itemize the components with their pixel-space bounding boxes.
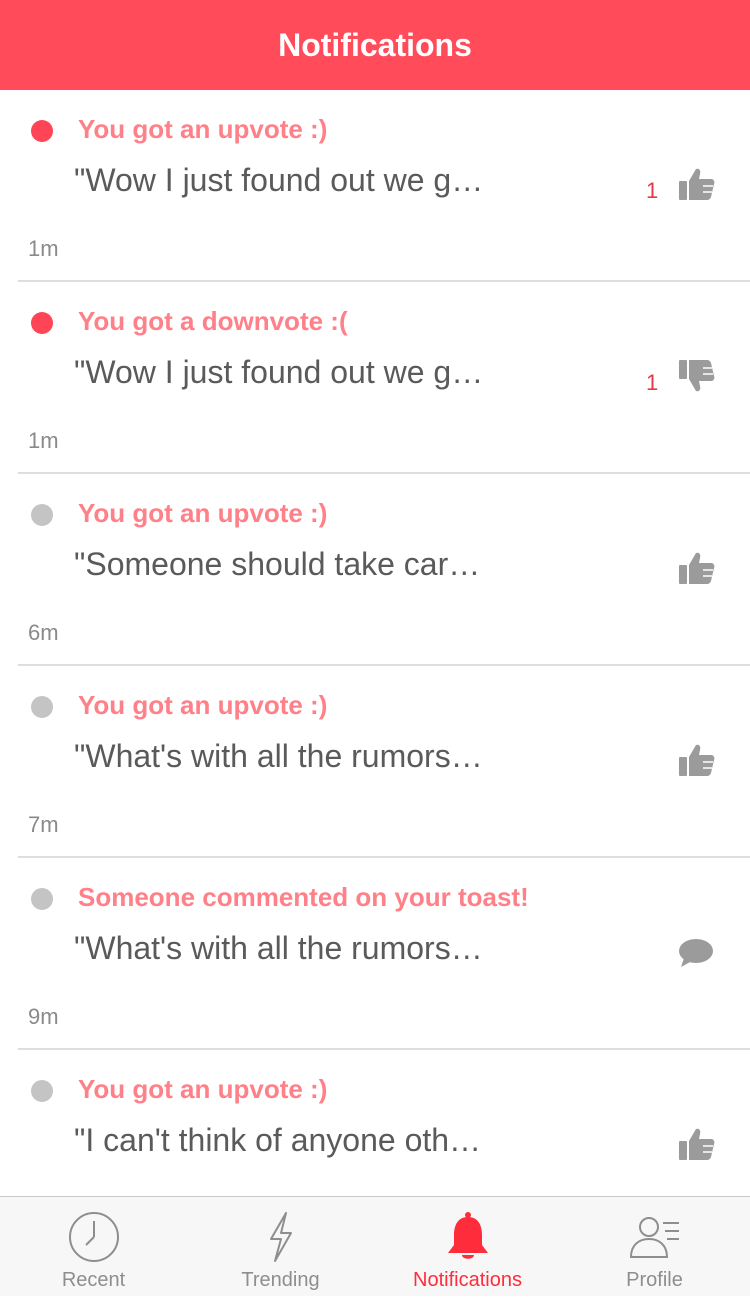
thumbs-up-icon: [679, 168, 715, 200]
read-dot: [31, 1080, 53, 1102]
notification-title: You got a downvote :(: [78, 306, 348, 336]
tab-notifications[interactable]: Notifications: [374, 1197, 561, 1297]
read-dot: [31, 504, 53, 526]
notification-time: 1m: [28, 236, 59, 261]
unread-dot: [31, 120, 53, 142]
notification-preview: "Someone should take car…: [74, 546, 481, 582]
vote-count: 1: [646, 370, 659, 395]
unread-dot: [31, 312, 53, 334]
notification-item[interactable]: Someone commented on your toast! "What's…: [0, 858, 750, 1050]
notification-item[interactable]: You got an upvote :) "Wow I just found o…: [0, 90, 750, 282]
notification-title: You got an upvote :): [78, 498, 328, 528]
tab-label: Profile: [626, 1269, 683, 1291]
thumbs-up-icon: [679, 1128, 715, 1160]
notification-title: You got an upvote :): [78, 114, 328, 144]
notification-item[interactable]: You got an upvote :) "I can't think of a…: [0, 1050, 750, 1196]
notification-preview: "Wow I just found out we g…: [74, 162, 484, 198]
tab-label: Trending: [241, 1269, 320, 1291]
notification-time: 7m: [28, 812, 59, 837]
notification-time: 1m: [28, 428, 59, 453]
profile-icon: [629, 1217, 679, 1258]
notification-item[interactable]: You got an upvote :) "Someone should tak…: [0, 474, 750, 666]
read-dot: [31, 696, 53, 718]
clock-icon: [68, 1212, 119, 1262]
notification-time: 9m: [28, 1004, 59, 1029]
notification-time: 6m: [28, 620, 59, 645]
page-title: Notifications: [278, 26, 472, 63]
tab-profile[interactable]: Profile: [561, 1197, 748, 1297]
notification-list[interactable]: You got an upvote :) "Wow I just found o…: [0, 90, 750, 1196]
tab-recent[interactable]: Recent: [0, 1197, 187, 1297]
thumbs-down-icon: [679, 360, 715, 392]
comment-icon: [679, 939, 713, 967]
tab-label: Recent: [61, 1269, 126, 1291]
notification-item[interactable]: You got an upvote :) "What's with all th…: [0, 666, 750, 858]
tab-bar: Recent Trending Notifications Profile: [0, 1196, 750, 1296]
read-dot: [31, 888, 53, 910]
notification-preview: "What's with all the rumors…: [74, 930, 483, 966]
notification-preview: "Wow I just found out we g…: [74, 354, 484, 390]
thumbs-up-icon: [679, 744, 715, 776]
nav-bar: Notifications: [0, 0, 750, 90]
notification-title: You got an upvote :): [78, 1074, 328, 1104]
notification-title: You got an upvote :): [78, 690, 328, 720]
notification-title: Someone commented on your toast!: [78, 882, 529, 912]
tab-trending[interactable]: Trending: [187, 1197, 374, 1297]
notification-preview: "I can't think of anyone oth…: [74, 1122, 482, 1158]
bell-icon: [447, 1212, 488, 1259]
notification-item[interactable]: You got a downvote :( "Wow I just found …: [0, 282, 750, 474]
tab-label: Notifications: [413, 1269, 522, 1291]
vote-count: 1: [646, 178, 659, 203]
lightning-icon: [269, 1212, 292, 1262]
thumbs-up-icon: [679, 552, 715, 584]
notification-preview: "What's with all the rumors…: [74, 738, 483, 774]
